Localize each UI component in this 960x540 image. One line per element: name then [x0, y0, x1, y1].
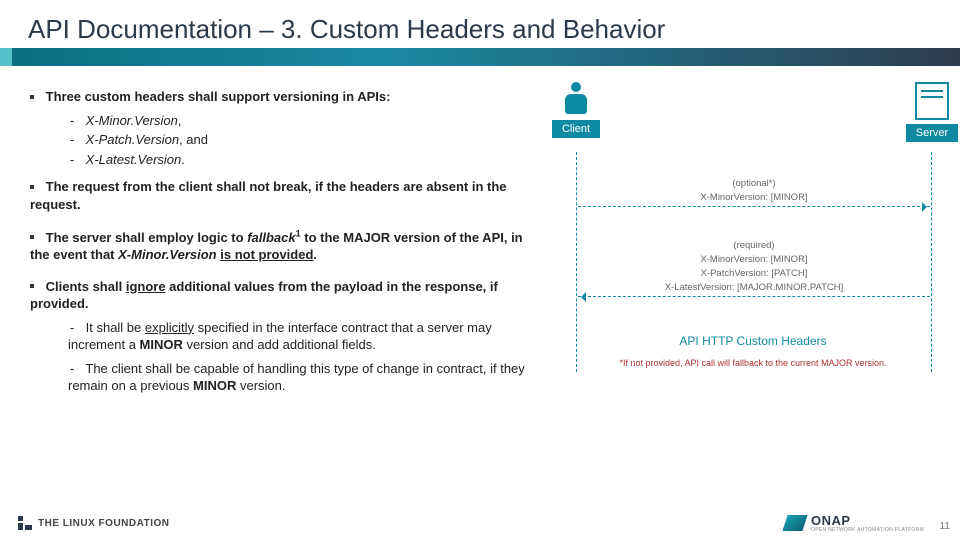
onap-text: ONAP — [811, 513, 924, 528]
bullet-4-text: Clients shall ignore additional values f… — [30, 279, 498, 312]
res-h2: X-PatchVersion: [PATCH] — [578, 268, 930, 280]
client-label: Client — [552, 120, 600, 138]
bullet-dot-icon — [30, 235, 34, 239]
content-row: Three custom headers shall support versi… — [0, 70, 960, 412]
response-message: (required) X-MinorVersion: [MINOR] X-Pat… — [578, 240, 930, 297]
actor-server: Server — [898, 82, 960, 142]
tail: . — [181, 152, 185, 167]
req-optional: (optional*) — [578, 178, 930, 190]
dash-icon: - — [68, 151, 76, 169]
slide-footer: THE LINUX FOUNDATION ONAP OPEN NETWORK A… — [0, 506, 960, 540]
bullet-4-sublist: - It shall be explicitly specified in th… — [68, 319, 528, 395]
t: is not provided — [220, 247, 313, 262]
dash-icon: - — [68, 131, 76, 149]
header-xlatest: X-Latest.Version — [86, 152, 182, 167]
t: Clients shall — [46, 279, 126, 294]
t: to the — [301, 230, 344, 245]
linux-foundation-logo: THE LINUX FOUNDATION — [18, 516, 169, 530]
sub-item: - X-Patch.Version, and — [68, 131, 528, 149]
bullet-2-text: The request from the client shall not br… — [30, 179, 507, 212]
header-xminor: X-Minor.Version — [86, 113, 178, 128]
t: MINOR — [140, 337, 183, 352]
bullet-3-text: The server shall employ logic to fallbac… — [30, 230, 523, 263]
onap-subtext: OPEN NETWORK AUTOMATION PLATFORM — [811, 528, 924, 533]
t: The client shall be capable of handling … — [68, 361, 525, 394]
t: version. — [236, 378, 285, 393]
bullet-1-sublist: - X-Minor.Version, - X-Patch.Version, an… — [68, 112, 528, 169]
onap-logo: ONAP OPEN NETWORK AUTOMATION PLATFORM — [785, 513, 924, 533]
server-icon — [915, 82, 949, 120]
sub-item: - X-Latest.Version. — [68, 151, 528, 169]
sub-item: - X-Minor.Version, — [68, 112, 528, 130]
res-h1: X-MinorVersion: [MINOR] — [578, 254, 930, 266]
server-label: Server — [906, 124, 958, 142]
bullet-dot-icon — [30, 185, 34, 189]
t: version and add additional fields. — [183, 337, 376, 352]
request-message: (optional*) X-MinorVersion: [MINOR] — [578, 178, 930, 207]
t: fallback — [247, 230, 295, 245]
sub-item: - The client shall be capable of handlin… — [68, 360, 528, 395]
t: MAJOR — [343, 230, 390, 245]
tail: , — [178, 113, 182, 128]
header-xpatch: X-Patch.Version — [86, 132, 179, 147]
bullet-dot-icon — [30, 95, 34, 99]
diagram-footnote: *If not provided, API call will fallback… — [538, 358, 960, 368]
diagram-column: Client Server (optional*) X-MinorVersion… — [538, 82, 960, 412]
t: It shall be — [86, 320, 145, 335]
bullet-3: The server shall employ logic to fallbac… — [30, 227, 528, 263]
person-icon — [564, 82, 588, 116]
arrow-right-icon — [578, 206, 930, 207]
t: ignore — [126, 279, 166, 294]
page-number: 11 — [940, 521, 950, 532]
slide-title: API Documentation – 3. Custom Headers an… — [28, 14, 665, 45]
title-bar: API Documentation – 3. Custom Headers an… — [0, 0, 960, 70]
text-column: Three custom headers shall support versi… — [30, 82, 528, 412]
bullet-dot-icon — [30, 284, 34, 288]
res-h3: X-LatestVersion: [MAJOR.MINOR.PATCH] — [578, 282, 930, 294]
bullet-4: Clients shall ignore additional values f… — [30, 278, 528, 313]
sub-item: - It shall be explicitly specified in th… — [68, 319, 528, 354]
sequence-diagram: Client Server (optional*) X-MinorVersion… — [538, 82, 960, 412]
t: . — [313, 247, 317, 262]
dash-icon: - — [68, 319, 76, 337]
title-accent — [0, 48, 12, 66]
actor-client: Client — [542, 82, 610, 138]
t: explicitly — [145, 320, 194, 335]
dash-icon: - — [68, 112, 76, 130]
res-required: (required) — [578, 240, 930, 252]
lf-mark-icon — [18, 516, 32, 530]
t: MINOR — [193, 378, 236, 393]
dash-icon: - — [68, 360, 76, 378]
t: The server shall employ logic to — [46, 230, 248, 245]
onap-text-wrap: ONAP OPEN NETWORK AUTOMATION PLATFORM — [811, 513, 924, 533]
diagram-caption: API HTTP Custom Headers — [538, 334, 960, 348]
t: X-Minor.Version — [118, 247, 216, 262]
bullet-2: The request from the client shall not br… — [30, 178, 528, 213]
bullet-1-text: Three custom headers shall support versi… — [46, 89, 391, 104]
title-bg-stripe — [0, 48, 960, 66]
tail: , and — [179, 132, 208, 147]
bullet-1: Three custom headers shall support versi… — [30, 88, 528, 106]
arrow-left-icon — [578, 296, 930, 297]
lf-text: THE LINUX FOUNDATION — [38, 518, 169, 529]
req-header: X-MinorVersion: [MINOR] — [578, 192, 930, 204]
onap-mark-icon — [782, 515, 807, 531]
